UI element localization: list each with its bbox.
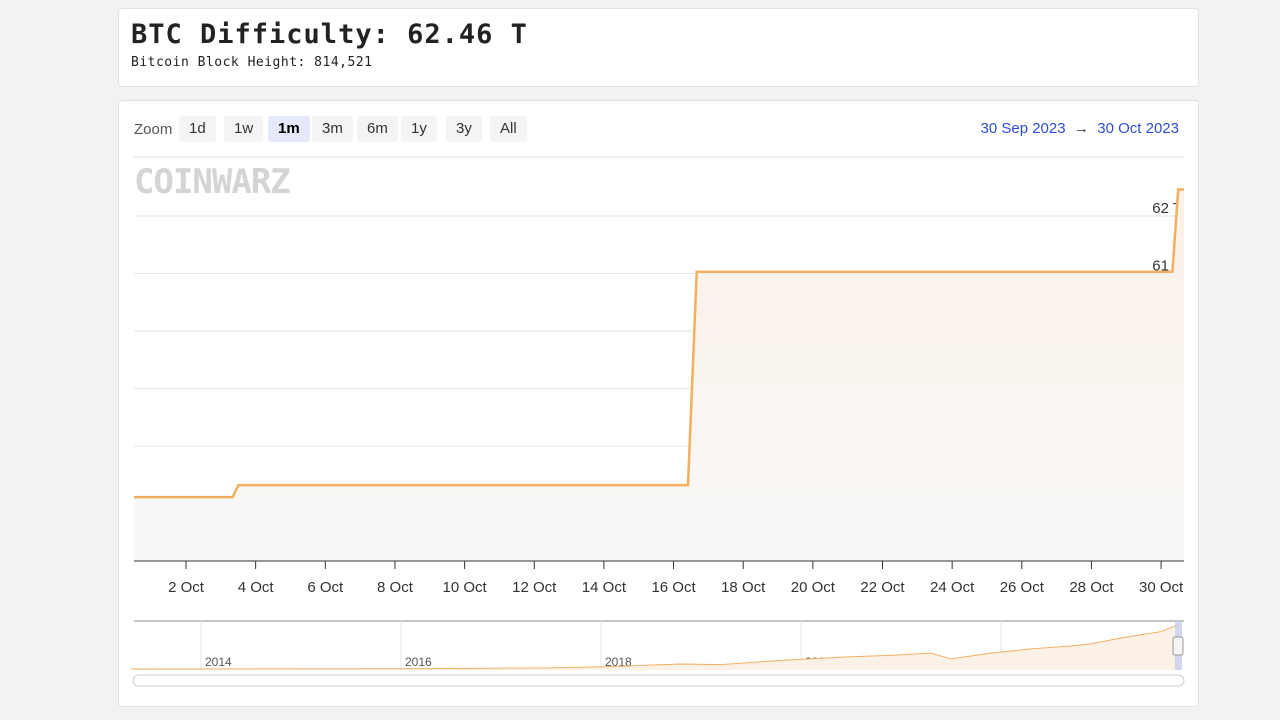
- x-tick-label: 30 Oct: [1139, 579, 1184, 596]
- x-tick-label: 24 Oct: [930, 579, 975, 596]
- x-tick-label: 20 Oct: [791, 579, 836, 596]
- navigator-handle[interactable]: [1172, 636, 1184, 656]
- x-tick-label: 6 Oct: [307, 579, 344, 596]
- chart-card: Zoom 1d 1w 1m 3m 6m 1y 3y All 30 Sep 2023 → 30 …: [118, 100, 1199, 707]
- x-tick-label: 10 Oct: [443, 579, 488, 596]
- navigator-year-label: 2014: [205, 655, 232, 669]
- x-tick-label: 28 Oct: [1069, 579, 1114, 596]
- navigator-year-label: 2016: [405, 655, 432, 669]
- coinwarz-watermark: COINWARZ: [134, 162, 290, 202]
- series-area: [134, 189, 1184, 562]
- x-tick-label: 16 Oct: [651, 579, 696, 596]
- header-card: BTC Difficulty: 62.46 T Bitcoin Block He…: [118, 8, 1199, 87]
- x-tick-label: 26 Oct: [1000, 579, 1045, 596]
- page-title: BTC Difficulty: 62.46 T: [131, 19, 528, 50]
- block-height: Bitcoin Block Height: 814,521: [131, 55, 373, 70]
- x-tick-label: 22 Oct: [860, 579, 905, 596]
- x-tick-label: 18 Oct: [721, 579, 766, 596]
- x-tick-label: 12 Oct: [512, 579, 557, 596]
- x-tick-label: 14 Oct: [582, 579, 627, 596]
- x-tick-label: 4 Oct: [238, 579, 275, 596]
- navigator-scrollbar[interactable]: [132, 674, 1185, 687]
- difficulty-chart: COINWARZ56 T57 T58 T59 T60 T61 T62 T2 Oc…: [130, 156, 1185, 687]
- x-tick-label: 8 Oct: [377, 579, 414, 596]
- x-tick-label: 2 Oct: [168, 579, 205, 596]
